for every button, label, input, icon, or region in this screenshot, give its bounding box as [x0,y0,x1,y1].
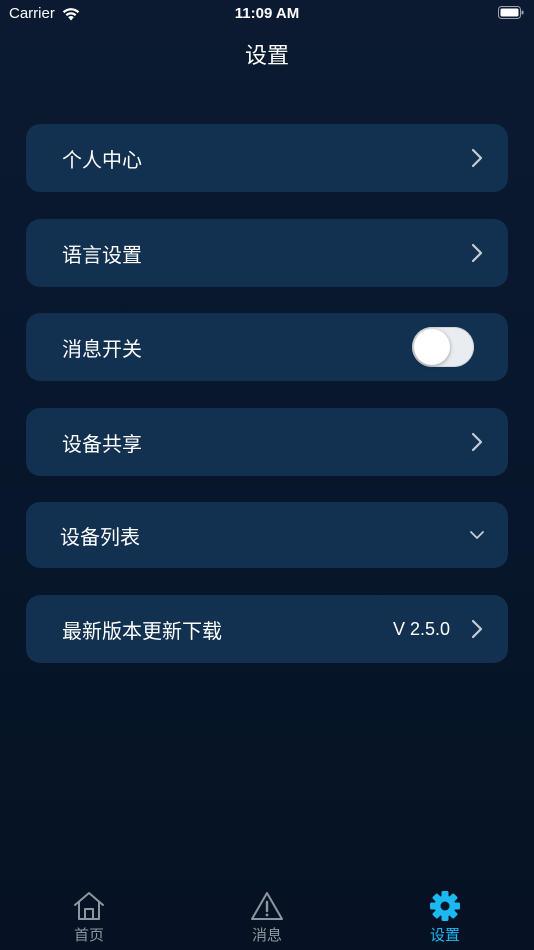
menu-item-latest-version[interactable]: 最新版本更新下载 V 2.5.0 [26,595,508,663]
gear-icon [430,891,460,921]
chevron-right-icon [471,243,483,263]
menu-item-personal-center[interactable]: 个人中心 [26,124,508,192]
menu-item-label: 个人中心 [62,147,142,172]
tab-bar: 首页 消息 设置 [0,880,534,950]
tab-home[interactable]: 首页 [49,890,129,945]
tab-label: 消息 [251,926,282,944]
tab-messages[interactable]: 消息 [227,890,307,945]
message-toggle[interactable] [412,327,474,367]
menu-item-label: 设备列表 [60,524,140,549]
menu-item-label: 设备共享 [62,431,142,456]
menu-item-message-switch: 消息开关 [26,313,508,381]
battery-icon [498,6,524,19]
status-time: 11:09 AM [234,5,300,22]
menu-item-label: 语言设置 [62,242,142,267]
toggle-knob [414,329,450,365]
tab-settings[interactable]: 设置 [405,890,485,945]
menu-item-language-settings[interactable]: 语言设置 [26,219,508,287]
tab-label: 设置 [429,926,460,944]
version-value: V 2.5.0 [392,618,450,639]
warning-icon [251,892,283,920]
menu-item-label: 消息开关 [62,336,142,361]
page-title: 设置 [244,44,289,69]
chevron-down-icon [470,531,484,539]
home-icon [74,892,104,920]
menu-item-device-sharing[interactable]: 设备共享 [26,408,508,476]
chevron-right-icon [471,148,483,168]
version-group: V 2.5.0 [393,619,484,640]
chevron-right-icon [471,619,483,639]
status-bar: Carrier 11:09 AM [0,0,534,28]
tab-label: 首页 [73,926,104,944]
menu-item-device-list[interactable]: 设备列表 [26,502,508,568]
chevron-right-icon [471,432,483,452]
menu-item-label: 最新版本更新下载 [62,618,222,643]
